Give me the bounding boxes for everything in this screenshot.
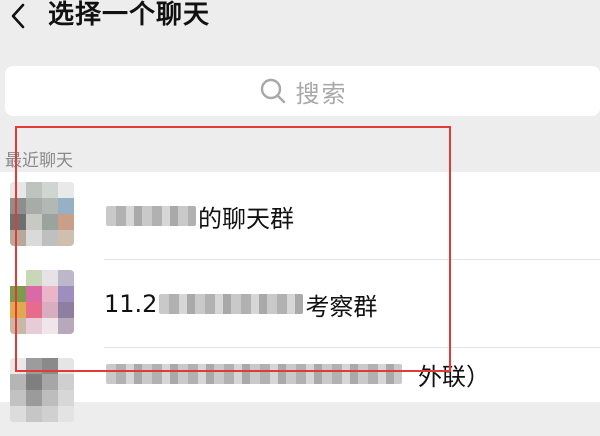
redacted-text <box>106 206 196 226</box>
chat-name-suffix: 考察群 <box>305 292 378 321</box>
search-input[interactable]: 搜索 <box>5 66 600 116</box>
recent-chat-list: 的聊天群 11.2 考察群 外联） <box>0 172 600 422</box>
search-placeholder: 搜索 <box>295 79 348 108</box>
chat-name-visible: 的聊天群 <box>198 204 294 233</box>
section-label-recent-chats: 最近聊天 <box>5 151 73 171</box>
avatar <box>10 358 74 422</box>
redacted-text <box>106 364 402 384</box>
header-bar: 选择一个聊天 <box>0 0 600 40</box>
chat-name: 外联） <box>104 330 490 418</box>
search-icon <box>260 78 285 104</box>
redacted-text <box>159 294 304 314</box>
page-title: 选择一个聊天 <box>48 0 211 30</box>
chat-row[interactable]: 的聊天群 <box>0 172 600 260</box>
chat-name-prefix: 11.2 <box>104 290 158 318</box>
back-button[interactable] <box>4 0 32 32</box>
avatar <box>10 270 74 334</box>
chat-name: 的聊天群 <box>104 172 294 260</box>
chevron-left-icon <box>11 3 25 29</box>
avatar <box>10 182 74 246</box>
chat-row[interactable]: 外联） <box>0 348 600 436</box>
chat-name-suffix: 外联） <box>418 362 490 391</box>
